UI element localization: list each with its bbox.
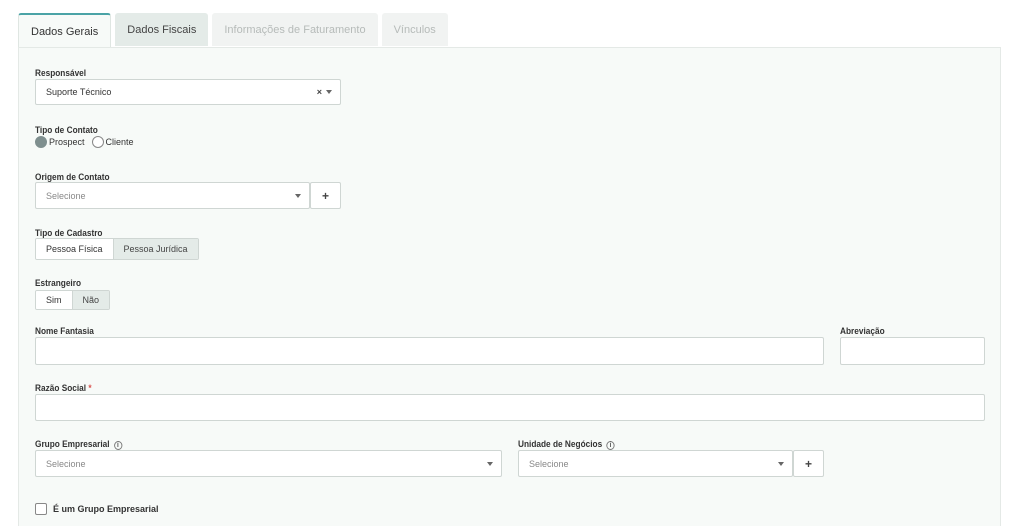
grupo-empresarial-select[interactable]: Selecione xyxy=(35,450,502,477)
info-icon[interactable]: i xyxy=(113,441,122,450)
radio-prospect-label: Prospect xyxy=(49,137,85,147)
nome-fantasia-input[interactable] xyxy=(35,337,824,365)
responsavel-label: Responsável xyxy=(35,68,87,78)
unidade-negocios-label-text: Unidade de Negócios xyxy=(518,439,603,449)
tipo-contato-label: Tipo de Contato xyxy=(35,125,98,135)
responsavel-value: Suporte Técnico xyxy=(46,87,112,97)
grupo-empresarial-label: Grupo Empresarial i xyxy=(35,439,122,450)
unidade-negocios-placeholder: Selecione xyxy=(529,458,569,469)
nome-fantasia-label: Nome Fantasia xyxy=(35,326,94,336)
tab-label: Dados Gerais xyxy=(31,25,99,38)
option-nao[interactable]: Não xyxy=(71,291,110,309)
is-grupo-empresarial-label: É um Grupo Empresarial xyxy=(53,504,159,514)
unidade-negocios-label: Unidade de Negócios i xyxy=(518,439,615,450)
option-sim[interactable]: Sim xyxy=(36,291,72,309)
is-grupo-empresarial-checkbox-row: É um Grupo Empresarial xyxy=(35,503,159,515)
abreviacao-label: Abreviação xyxy=(840,326,885,336)
tipo-cadastro-label: Tipo de Cadastro xyxy=(35,228,103,238)
estrangeiro-label: Estrangeiro xyxy=(35,278,82,288)
radio-cliente[interactable] xyxy=(91,136,104,148)
razao-social-input[interactable] xyxy=(35,394,985,421)
unidade-negocios-select[interactable]: Selecione xyxy=(518,450,793,477)
chevron-down-icon xyxy=(778,461,784,466)
radio-cliente-label: Cliente xyxy=(105,137,134,147)
origem-contato-select[interactable]: Selecione xyxy=(35,182,310,209)
tab-label: Vínculos xyxy=(393,23,436,36)
tab-dados-fiscais[interactable]: Dados Fiscais xyxy=(115,13,209,46)
estrangeiro-toggle: Sim Não xyxy=(35,290,111,310)
info-icon[interactable]: i xyxy=(606,441,615,450)
add-unidade-negocios-button[interactable]: + xyxy=(793,450,824,477)
tab-informacoes-faturamento: Informações de Faturamento xyxy=(212,13,378,46)
grupo-empresarial-label-text: Grupo Empresarial xyxy=(35,439,110,449)
tab-label: Informações de Faturamento xyxy=(224,23,366,36)
grupo-empresarial-placeholder: Selecione xyxy=(46,458,86,469)
chevron-down-icon xyxy=(487,461,493,466)
option-pessoa-juridica[interactable]: Pessoa Jurídica xyxy=(112,239,198,259)
option-pessoa-fisica[interactable]: Pessoa Física xyxy=(36,239,113,259)
required-marker: * xyxy=(88,383,92,393)
abreviacao-input[interactable] xyxy=(840,337,985,365)
tab-vinculos: Vínculos xyxy=(381,13,448,46)
add-origem-contato-button[interactable]: + xyxy=(310,182,341,209)
clear-icon[interactable]: × xyxy=(317,87,322,97)
radio-prospect[interactable] xyxy=(35,136,47,148)
razao-social-label-text: Razão Social xyxy=(35,383,87,393)
chevron-down-icon xyxy=(295,193,301,198)
tab-dados-gerais[interactable]: Dados Gerais xyxy=(18,13,112,48)
origem-contato-label: Origem de Contato xyxy=(35,172,110,182)
razao-social-label: Razão Social * xyxy=(35,383,92,393)
tipo-cadastro-toggle: Pessoa Física Pessoa Jurídica xyxy=(35,238,199,260)
tab-label: Dados Fiscais xyxy=(127,23,197,36)
tab-bar: Dados Gerais Dados Fiscais Informações d… xyxy=(18,13,452,48)
origem-contato-placeholder: Selecione xyxy=(46,190,86,201)
is-grupo-empresarial-checkbox[interactable] xyxy=(35,503,47,515)
responsavel-select[interactable]: Suporte Técnico × xyxy=(35,79,341,105)
tipo-contato-radio-group: Prospect Cliente xyxy=(35,136,134,148)
chevron-down-icon xyxy=(326,90,332,94)
